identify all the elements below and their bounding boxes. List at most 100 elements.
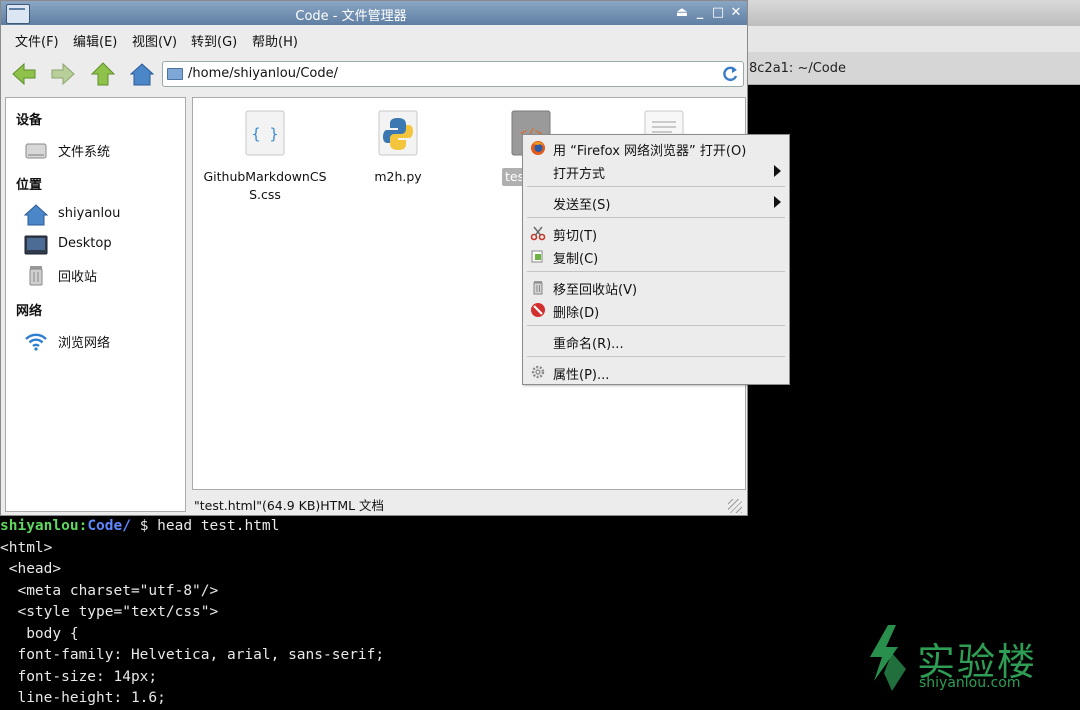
prompt-symbol: $ bbox=[130, 518, 158, 534]
status-bar: "test.html"(64.9 KB)HTML 文档 bbox=[192, 491, 746, 515]
location-bar[interactable]: /home/shiyanlou/Code/ bbox=[162, 61, 744, 87]
file-name-line: S.css bbox=[249, 187, 281, 202]
copy-icon bbox=[531, 250, 543, 263]
sidebar-item-shiyanlou[interactable]: shiyanlou bbox=[24, 202, 174, 228]
css-file-icon: { } bbox=[245, 110, 285, 156]
file-name: GithubMarkdownCS S.css bbox=[200, 168, 330, 204]
menu-item-label: 剪切(T) bbox=[553, 229, 598, 244]
sidebar-item-trash[interactable]: 回收站 bbox=[24, 262, 174, 288]
file-item[interactable]: m2h.py bbox=[333, 98, 463, 186]
menu-separator bbox=[527, 271, 785, 272]
sidebar-item-label: 回收站 bbox=[58, 270, 98, 285]
prompt-path: Code/ bbox=[87, 518, 131, 534]
watermark: 实验楼 shiyanlou.com bbox=[862, 623, 1062, 693]
context-menu: 用 “Firefox 网络浏览器” 打开(O) 打开方式 发送至(S) 剪切(T… bbox=[522, 134, 790, 385]
menu-file[interactable]: 文件(F) bbox=[15, 31, 59, 50]
menu-item-label: 删除(D) bbox=[553, 306, 600, 321]
eject-icon[interactable]: ⏏ bbox=[674, 4, 690, 22]
terminal-prompt-line: shiyanlou:Code/ $ head test.html bbox=[0, 516, 1080, 538]
terminal-titlebar[interactable] bbox=[740, 0, 1080, 26]
terminal-menubar bbox=[740, 26, 1080, 53]
menu-item-rename[interactable]: 重命名(R)... bbox=[523, 330, 789, 352]
svg-text:{ }: { } bbox=[251, 125, 278, 143]
submenu-arrow-icon bbox=[774, 196, 781, 208]
desktop-icon bbox=[24, 235, 48, 255]
menu-item-label: 移至回收站(V) bbox=[553, 283, 638, 298]
menu-item-open-with[interactable]: 打开方式 bbox=[523, 160, 789, 182]
terminal-line: <head> bbox=[0, 561, 62, 577]
sidebar-item-label: 浏览网络 bbox=[58, 336, 111, 351]
menu-separator bbox=[527, 186, 785, 187]
menu-item-open-firefox[interactable]: 用 “Firefox 网络浏览器” 打开(O) bbox=[523, 137, 789, 159]
menu-item-cut[interactable]: 剪切(T) bbox=[523, 222, 789, 244]
file-name: m2h.py bbox=[333, 168, 463, 186]
file-name-line: GithubMarkdownCS bbox=[203, 169, 327, 184]
menu-item-label: 属性(P)... bbox=[553, 368, 610, 383]
sidebar-item-label: Desktop bbox=[58, 236, 112, 251]
resize-grip-icon[interactable] bbox=[728, 499, 742, 513]
terminal-line: <meta charset="utf-8"/> bbox=[0, 582, 219, 599]
folder-icon bbox=[167, 68, 183, 80]
sidebar-header-devices: 设备 bbox=[16, 113, 43, 128]
terminal-line: <style type="text/css"> bbox=[0, 604, 219, 620]
prompt-user: shiyanlou: bbox=[0, 518, 88, 534]
drive-icon bbox=[25, 143, 47, 159]
submenu-arrow-icon bbox=[774, 165, 781, 177]
python-file-icon bbox=[378, 110, 418, 156]
trash-icon bbox=[533, 281, 543, 295]
menu-separator bbox=[527, 356, 785, 357]
menu-edit[interactable]: 编辑(E) bbox=[73, 31, 117, 50]
forward-arrow-icon[interactable] bbox=[50, 61, 76, 87]
menu-item-move-to-trash[interactable]: 移至回收站(V) bbox=[523, 276, 789, 298]
menu-help[interactable]: 帮助(H) bbox=[252, 31, 298, 50]
file-item[interactable]: { } GithubMarkdownCS S.css bbox=[200, 98, 330, 204]
file-name-line: m2h.py bbox=[374, 169, 422, 184]
menu-item-label: 重命名(R)... bbox=[553, 337, 624, 352]
shiyanlou-logo-icon bbox=[870, 625, 906, 691]
watermark-subtitle: shiyanlou.com bbox=[919, 675, 1021, 691]
menu-item-properties[interactable]: 属性(P)... bbox=[523, 361, 789, 383]
firefox-icon bbox=[531, 141, 545, 155]
sidebar-item-label: 文件系统 bbox=[58, 145, 111, 160]
menu-item-label: 打开方式 bbox=[553, 167, 606, 182]
menu-item-label: 发送至(S) bbox=[553, 198, 611, 213]
menu-item-label: 用 “Firefox 网络浏览器” 打开(O) bbox=[553, 144, 747, 159]
location-path[interactable]: /home/shiyanlou/Code/ bbox=[188, 66, 338, 81]
delete-icon bbox=[531, 303, 545, 317]
menu-go[interactable]: 转到(G) bbox=[191, 31, 237, 50]
home-folder-icon bbox=[24, 204, 48, 226]
maximize-button[interactable]: □ bbox=[710, 4, 726, 22]
gear-icon bbox=[531, 365, 545, 379]
sidebar-item-label: shiyanlou bbox=[58, 206, 121, 221]
status-text: "test.html"(64.9 KB)HTML 文档 bbox=[194, 498, 385, 513]
menu-view[interactable]: 视图(V) bbox=[132, 31, 177, 50]
sidebar-header-network: 网络 bbox=[16, 304, 43, 319]
menu-item-delete[interactable]: 删除(D) bbox=[523, 299, 789, 321]
up-arrow-icon[interactable] bbox=[90, 61, 116, 87]
prompt-command: head test.html bbox=[157, 518, 280, 534]
menu-item-copy[interactable]: 复制(C) bbox=[523, 245, 789, 267]
window-titlebar[interactable]: Code - 文件管理器 ⏏ _ □ ✕ bbox=[1, 1, 747, 25]
back-arrow-icon[interactable] bbox=[11, 61, 37, 87]
menu-item-label: 复制(C) bbox=[553, 252, 599, 267]
terminal-tab-title[interactable]: 8c2a1: ~/Code bbox=[749, 61, 846, 76]
sidebar-item-filesystem[interactable]: 文件系统 bbox=[24, 137, 174, 163]
sidebar-header-places: 位置 bbox=[16, 178, 43, 193]
home-icon[interactable] bbox=[129, 61, 155, 87]
trash-icon bbox=[29, 266, 43, 286]
sidebar: 设备 文件系统 位置 shiyanlou Desktop 回收站 网络 浏览网络 bbox=[5, 97, 186, 512]
menu-separator bbox=[527, 217, 785, 218]
close-button[interactable]: ✕ bbox=[728, 4, 744, 22]
window-title: Code - 文件管理器 bbox=[295, 9, 407, 24]
sidebar-item-browse-network[interactable]: 浏览网络 bbox=[24, 328, 174, 354]
minimize-button[interactable]: _ bbox=[692, 4, 708, 22]
wifi-icon bbox=[25, 333, 47, 351]
reload-icon[interactable] bbox=[721, 65, 739, 83]
toolbar: /home/shiyanlou/Code/ bbox=[1, 53, 747, 95]
scissors-icon bbox=[530, 226, 546, 241]
sidebar-item-desktop[interactable]: Desktop bbox=[24, 232, 174, 258]
menu-item-send-to[interactable]: 发送至(S) bbox=[523, 191, 789, 213]
menubar: 文件(F) 编辑(E) 视图(V) 转到(G) 帮助(H) bbox=[1, 25, 747, 53]
terminal-line: <html> bbox=[0, 539, 53, 556]
menu-separator bbox=[527, 325, 785, 326]
